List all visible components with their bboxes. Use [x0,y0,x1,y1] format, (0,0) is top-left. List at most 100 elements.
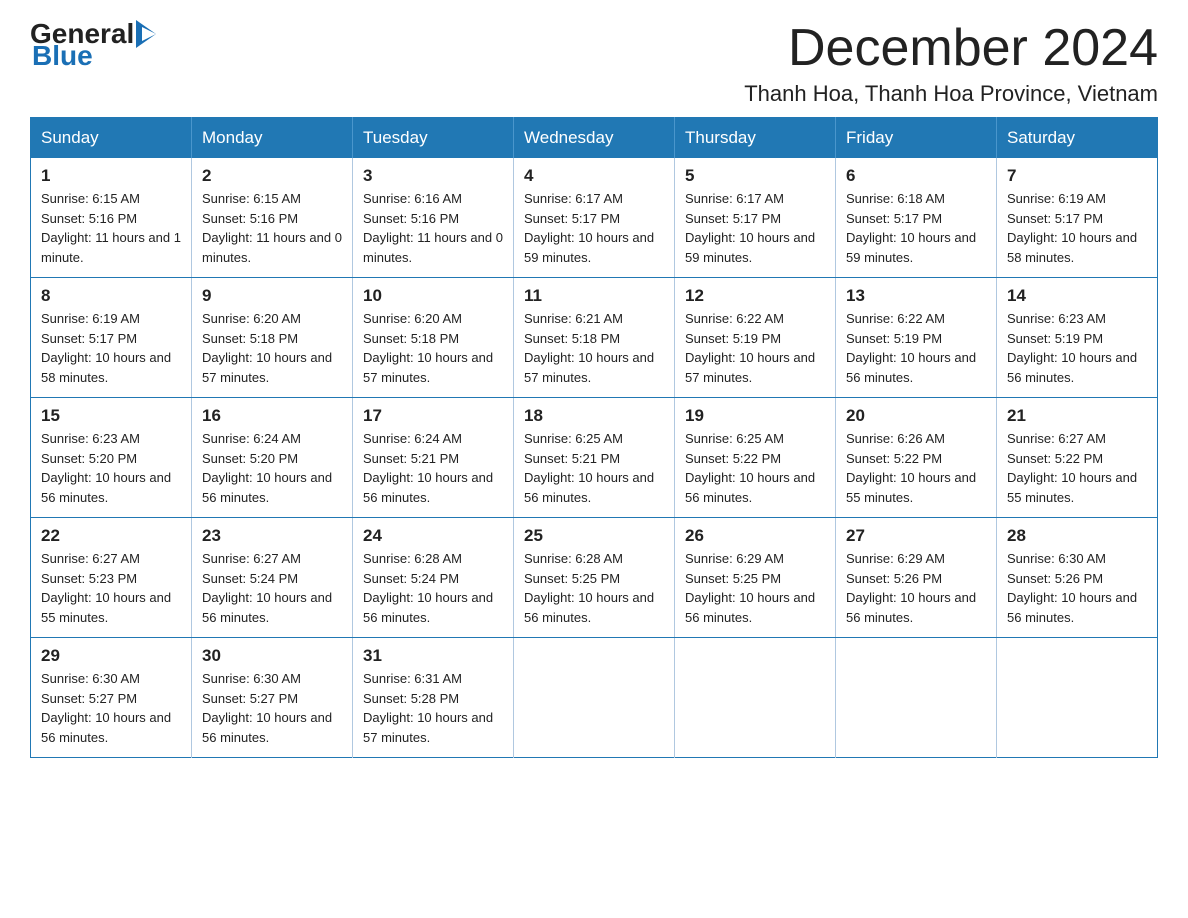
day-number: 16 [202,406,342,426]
page-title: December 2024 [744,20,1158,77]
day-info: Sunrise: 6:18 AMSunset: 5:17 PMDaylight:… [846,189,986,267]
day-number: 1 [41,166,181,186]
calendar-cell: 20 Sunrise: 6:26 AMSunset: 5:22 PMDayligh… [836,398,997,518]
header: General Blue December 2024 Thanh Hoa, Th… [30,20,1158,107]
day-info: Sunrise: 6:22 AMSunset: 5:19 PMDaylight:… [685,309,825,387]
day-number: 3 [363,166,503,186]
day-info: Sunrise: 6:23 AMSunset: 5:19 PMDaylight:… [1007,309,1147,387]
day-info: Sunrise: 6:30 AMSunset: 5:27 PMDaylight:… [41,669,181,747]
calendar-cell: 7 Sunrise: 6:19 AMSunset: 5:17 PMDaylight… [997,158,1158,278]
day-number: 2 [202,166,342,186]
calendar-cell: 26 Sunrise: 6:29 AMSunset: 5:25 PMDayligh… [675,518,836,638]
calendar-cell: 6Sunrise: 6:18 AMSunset: 5:17 PMDaylight… [836,158,997,278]
day-number: 20 [846,406,986,426]
day-info: Sunrise: 6:16 AMSunset: 5:16 PMDaylight:… [363,189,503,267]
day-number: 31 [363,646,503,666]
day-number: 30 [202,646,342,666]
calendar-cell [997,638,1158,758]
day-number: 12 [685,286,825,306]
calendar-week-row: 15 Sunrise: 6:23 AMSunset: 5:20 PMDayligh… [31,398,1158,518]
calendar-header: SundayMondayTuesdayWednesdayThursdayFrid… [31,118,1158,159]
weekday-header-sunday: Sunday [31,118,192,159]
calendar-body: 1 Sunrise: 6:15 AMSunset: 5:16 PMDaylight… [31,158,1158,758]
calendar-cell [514,638,675,758]
subtitle: Thanh Hoa, Thanh Hoa Province, Vietnam [744,81,1158,107]
calendar-cell: 31 Sunrise: 6:31 AMSunset: 5:28 PMDayligh… [353,638,514,758]
day-info: Sunrise: 6:15 AMSunset: 5:16 PMDaylight:… [202,189,342,267]
day-number: 11 [524,286,664,306]
calendar-cell: 17Sunrise: 6:24 AMSunset: 5:21 PMDayligh… [353,398,514,518]
logo-area: General Blue [30,20,170,72]
day-number: 27 [846,526,986,546]
day-number: 25 [524,526,664,546]
day-info: Sunrise: 6:19 AMSunset: 5:17 PMDaylight:… [41,309,181,387]
day-info: Sunrise: 6:15 AMSunset: 5:16 PMDaylight:… [41,189,181,267]
day-info: Sunrise: 6:29 AMSunset: 5:26 PMDaylight:… [846,549,986,627]
logo-blue-label: Blue [32,40,93,72]
calendar-cell: 24 Sunrise: 6:28 AMSunset: 5:24 PMDayligh… [353,518,514,638]
day-number: 29 [41,646,181,666]
calendar-cell: 9Sunrise: 6:20 AMSunset: 5:18 PMDaylight… [192,278,353,398]
day-info: Sunrise: 6:24 AMSunset: 5:20 PMDaylight:… [202,429,342,507]
calendar-cell: 27 Sunrise: 6:29 AMSunset: 5:26 PMDayligh… [836,518,997,638]
calendar-cell: 15 Sunrise: 6:23 AMSunset: 5:20 PMDayligh… [31,398,192,518]
day-number: 22 [41,526,181,546]
day-info: Sunrise: 6:27 AMSunset: 5:23 PMDaylight:… [41,549,181,627]
calendar-cell: 4 Sunrise: 6:17 AMSunset: 5:17 PMDaylight… [514,158,675,278]
day-number: 19 [685,406,825,426]
day-number: 10 [363,286,503,306]
day-info: Sunrise: 6:30 AMSunset: 5:26 PMDaylight:… [1007,549,1147,627]
day-info: Sunrise: 6:17 AMSunset: 5:17 PMDaylight:… [685,189,825,267]
day-number: 14 [1007,286,1147,306]
calendar-cell: 2 Sunrise: 6:15 AMSunset: 5:16 PMDaylight… [192,158,353,278]
day-info: Sunrise: 6:28 AMSunset: 5:24 PMDaylight:… [363,549,503,627]
calendar-week-row: 29 Sunrise: 6:30 AMSunset: 5:27 PMDayligh… [31,638,1158,758]
calendar-cell: 23 Sunrise: 6:27 AMSunset: 5:24 PMDayligh… [192,518,353,638]
day-info: Sunrise: 6:20 AMSunset: 5:18 PMDaylight:… [363,309,503,387]
day-number: 24 [363,526,503,546]
calendar-cell: 28 Sunrise: 6:30 AMSunset: 5:26 PMDayligh… [997,518,1158,638]
day-info: Sunrise: 6:27 AMSunset: 5:24 PMDaylight:… [202,549,342,627]
day-number: 26 [685,526,825,546]
calendar-cell: 14 Sunrise: 6:23 AMSunset: 5:19 PMDayligh… [997,278,1158,398]
calendar-cell: 29 Sunrise: 6:30 AMSunset: 5:27 PMDayligh… [31,638,192,758]
day-info: Sunrise: 6:26 AMSunset: 5:22 PMDaylight:… [846,429,986,507]
calendar-cell [675,638,836,758]
day-info: Sunrise: 6:22 AMSunset: 5:19 PMDaylight:… [846,309,986,387]
day-info: Sunrise: 6:27 AMSunset: 5:22 PMDaylight:… [1007,429,1147,507]
day-number: 5 [685,166,825,186]
day-info: Sunrise: 6:28 AMSunset: 5:25 PMDaylight:… [524,549,664,627]
calendar-week-row: 22 Sunrise: 6:27 AMSunset: 5:23 PMDayligh… [31,518,1158,638]
day-info: Sunrise: 6:29 AMSunset: 5:25 PMDaylight:… [685,549,825,627]
day-info: Sunrise: 6:31 AMSunset: 5:28 PMDaylight:… [363,669,503,747]
day-info: Sunrise: 6:21 AMSunset: 5:18 PMDaylight:… [524,309,664,387]
calendar-table: SundayMondayTuesdayWednesdayThursdayFrid… [30,117,1158,758]
calendar-cell: 8 Sunrise: 6:19 AMSunset: 5:17 PMDaylight… [31,278,192,398]
day-number: 15 [41,406,181,426]
day-number: 8 [41,286,181,306]
day-number: 23 [202,526,342,546]
day-info: Sunrise: 6:19 AMSunset: 5:17 PMDaylight:… [1007,189,1147,267]
calendar-cell: 19 Sunrise: 6:25 AMSunset: 5:22 PMDayligh… [675,398,836,518]
day-info: Sunrise: 6:25 AMSunset: 5:22 PMDaylight:… [685,429,825,507]
day-number: 4 [524,166,664,186]
calendar-cell: 16 Sunrise: 6:24 AMSunset: 5:20 PMDayligh… [192,398,353,518]
day-number: 7 [1007,166,1147,186]
calendar-cell: 11 Sunrise: 6:21 AMSunset: 5:18 PMDayligh… [514,278,675,398]
weekday-header-row: SundayMondayTuesdayWednesdayThursdayFrid… [31,118,1158,159]
calendar-cell: 18Sunrise: 6:25 AMSunset: 5:21 PMDayligh… [514,398,675,518]
day-info: Sunrise: 6:30 AMSunset: 5:27 PMDaylight:… [202,669,342,747]
calendar-cell: 1 Sunrise: 6:15 AMSunset: 5:16 PMDaylight… [31,158,192,278]
day-number: 17 [363,406,503,426]
day-info: Sunrise: 6:25 AMSunset: 5:21 PMDaylight:… [524,429,664,507]
weekday-header-thursday: Thursday [675,118,836,159]
day-info: Sunrise: 6:17 AMSunset: 5:17 PMDaylight:… [524,189,664,267]
calendar-cell: 25 Sunrise: 6:28 AMSunset: 5:25 PMDayligh… [514,518,675,638]
day-info: Sunrise: 6:23 AMSunset: 5:20 PMDaylight:… [41,429,181,507]
day-number: 28 [1007,526,1147,546]
calendar-cell: 22 Sunrise: 6:27 AMSunset: 5:23 PMDayligh… [31,518,192,638]
day-info: Sunrise: 6:20 AMSunset: 5:18 PMDaylight:… [202,309,342,387]
calendar-cell: 10 Sunrise: 6:20 AMSunset: 5:18 PMDayligh… [353,278,514,398]
logo-arrow-icon [136,20,168,48]
calendar-cell: 12 Sunrise: 6:22 AMSunset: 5:19 PMDayligh… [675,278,836,398]
